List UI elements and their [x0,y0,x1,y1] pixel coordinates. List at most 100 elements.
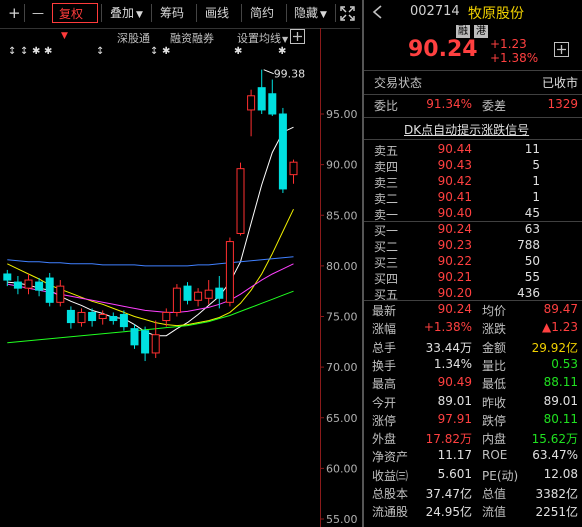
bid-level-row[interactable]: 买四 90.21 55 [364,270,582,286]
candle-down [268,93,277,115]
level-price: 90.24 [437,222,472,236]
stat-row: 涨停 97.91 跌停 80.11 [364,412,582,430]
signal-marker: ✱ [32,46,40,57]
zoom-out-button[interactable]: — [26,3,48,23]
stat-value: 3382亿 [535,487,578,501]
stat-row: 最高 90.49 最低 88.11 [364,375,582,393]
candle-down [119,313,128,328]
stat-label: 总手 [372,340,397,355]
stat-label: 最新 [372,304,397,318]
candle-down [35,281,44,291]
level-price: 90.21 [437,270,472,284]
level-volume: 436 [517,286,540,300]
y-tick-label: 65.00 [326,412,358,425]
y-tick-label: 75.00 [326,311,358,324]
stat-value: 12.08 [543,466,578,481]
stat-label: 最低 [482,377,507,392]
candle-up [194,291,203,301]
ask-level-row[interactable]: 卖四 90.43 5 [364,158,582,174]
candle-down [141,330,150,354]
stat-label: 涨停 [372,413,397,428]
level-volume: 63 [524,222,540,236]
level-volume: 50 [524,254,540,268]
ask-level-row[interactable]: 卖五 90.44 11 [364,142,582,158]
adjust-dropdown[interactable]: 复权▼ [52,3,98,41]
y-tick-label: 80.00 [326,260,358,273]
bid-level-row[interactable]: 买一 90.24 63 [364,222,582,238]
level-price: 90.23 [437,238,472,252]
stat-value: 88.11 [543,375,578,390]
level-price: 90.44 [437,142,472,156]
y-tick-label: 90.00 [326,159,358,172]
quote-panel: 002714 牧原股份 融 港 90.24 +1.23 +1.38% 交易状态 … [362,0,582,527]
toolbar-divider [241,4,242,22]
toolbar-divider [286,4,287,22]
candle-down [109,316,118,322]
stat-label: 均价 [482,304,507,318]
stat-row: 总手 33.44万 金额 29.92亿 [364,339,582,357]
chevron-down-icon: ▼ [320,10,327,20]
candle-down [66,309,75,324]
weicha-label: 委差 [482,99,507,113]
level-label: 卖三 [374,176,399,190]
hide-dropdown[interactable]: 隐藏 ▼ [288,3,334,23]
level-volume: 1 [532,174,540,188]
divider [364,300,582,301]
stat-value: ▲1.23 [542,320,578,335]
stat-label: 总值 [482,487,507,501]
trade-status-value: 已收市 [541,76,578,90]
stat-row: 总股本 37.47亿 总值 3382亿 [364,485,582,503]
ma5-line [7,126,294,337]
toolbar-divider [24,4,25,22]
candle-up [225,241,234,303]
stat-label: 今开 [372,395,397,410]
stat-row: 涨幅 +1.38% 涨跌 ▲1.23 [364,320,582,338]
order-ratio-row: 委比 91.34% 委差 1329 [364,97,582,118]
level-price: 90.42 [437,174,472,188]
signal-marker: ✱ [278,46,286,57]
level-volume: 11 [524,142,540,156]
candle-up [289,161,298,176]
candle-up [236,168,245,234]
stat-label: 涨跌 [482,322,507,337]
stat-value: 33.44万 [425,340,472,355]
chart-toolbar: + — 复权▼ 叠加 ▼ 筹码 画线 简约 隐藏 ▼ [0,0,360,41]
weicha-value: 1329 [547,97,578,111]
expand-icon[interactable] [339,5,356,22]
candle-down [3,273,12,281]
stat-label: 金额 [482,340,507,355]
high-price-label: 99.38 [274,68,306,81]
weibi-label: 委比 [374,99,399,113]
chevron-left-icon[interactable] [370,4,386,20]
stat-value: 90.49 [437,375,472,390]
ask-level-row[interactable]: 卖一 90.40 45 [364,206,582,222]
zoom-in-button[interactable]: + [2,3,22,23]
divider [364,94,582,95]
simple-button[interactable]: 简约 [244,3,284,23]
bid-level-row[interactable]: 买三 90.22 50 [364,254,582,270]
divider [364,70,582,71]
stock-name: 牧原股份 [468,6,524,22]
ask-level-row[interactable]: 卖二 90.41 1 [364,190,582,206]
ask-level-row[interactable]: 卖三 90.42 1 [364,174,582,190]
y-tick-label: 85.00 [326,209,358,222]
stat-value: 15.62万 [531,432,578,447]
trade-status-label: 交易状态 [374,76,423,90]
level-volume: 55 [524,270,540,284]
stat-label: 换手 [372,358,397,373]
stat-value: 89.01 [437,393,472,408]
candle-down [215,287,224,299]
plus-icon[interactable] [554,42,569,57]
dk-signal-link[interactable]: DK点自动提示涨跌信号 [404,121,529,138]
stat-value: 89.01 [543,393,578,408]
chips-button[interactable]: 筹码 [154,3,194,23]
overlay-dropdown[interactable]: 叠加 ▼ [104,3,150,23]
bid-level-row[interactable]: 买二 90.23 788 [364,238,582,254]
high-arrow [263,69,274,75]
candle-down [183,285,192,301]
level-label: 买二 [374,240,399,254]
stat-row: 净资产 11.17 ROE 63.47% [364,448,582,466]
kline-chart[interactable]: 深股通 融资融券 设置均线▼ 95.00 90.00 85.00 80.00 75.00… [0,28,360,527]
draw-line-button[interactable]: 画线 [199,3,239,23]
candle-up [172,287,181,313]
